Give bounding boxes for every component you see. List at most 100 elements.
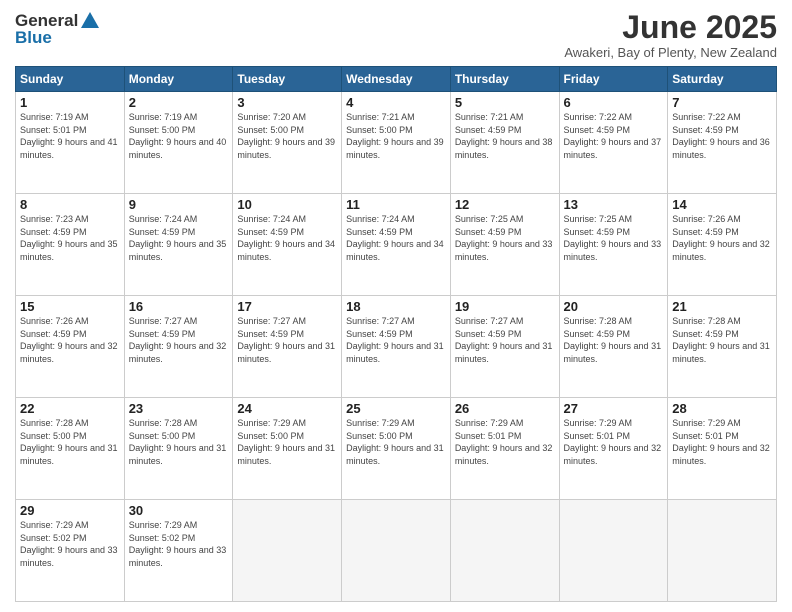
day-info: Sunrise: 7:26 AMSunset: 4:59 PMDaylight:… bbox=[672, 213, 772, 263]
day-info: Sunrise: 7:22 AMSunset: 4:59 PMDaylight:… bbox=[564, 111, 664, 161]
calendar-week-3: 15Sunrise: 7:26 AMSunset: 4:59 PMDayligh… bbox=[16, 296, 777, 398]
calendar-cell: 26Sunrise: 7:29 AMSunset: 5:01 PMDayligh… bbox=[450, 398, 559, 500]
calendar-cell bbox=[233, 500, 342, 602]
calendar-cell bbox=[342, 500, 451, 602]
day-number: 9 bbox=[129, 197, 229, 212]
calendar-cell: 11Sunrise: 7:24 AMSunset: 4:59 PMDayligh… bbox=[342, 194, 451, 296]
weekday-header-saturday: Saturday bbox=[668, 67, 777, 92]
calendar-cell: 20Sunrise: 7:28 AMSunset: 4:59 PMDayligh… bbox=[559, 296, 668, 398]
calendar-cell: 19Sunrise: 7:27 AMSunset: 4:59 PMDayligh… bbox=[450, 296, 559, 398]
calendar-cell: 28Sunrise: 7:29 AMSunset: 5:01 PMDayligh… bbox=[668, 398, 777, 500]
logo-icon bbox=[79, 10, 101, 32]
calendar-cell: 6Sunrise: 7:22 AMSunset: 4:59 PMDaylight… bbox=[559, 92, 668, 194]
day-info: Sunrise: 7:28 AMSunset: 5:00 PMDaylight:… bbox=[20, 417, 120, 467]
day-info: Sunrise: 7:20 AMSunset: 5:00 PMDaylight:… bbox=[237, 111, 337, 161]
location: Awakeri, Bay of Plenty, New Zealand bbox=[564, 45, 777, 60]
calendar-cell: 3Sunrise: 7:20 AMSunset: 5:00 PMDaylight… bbox=[233, 92, 342, 194]
day-number: 28 bbox=[672, 401, 772, 416]
day-info: Sunrise: 7:24 AMSunset: 4:59 PMDaylight:… bbox=[237, 213, 337, 263]
day-number: 30 bbox=[129, 503, 229, 518]
day-info: Sunrise: 7:25 AMSunset: 4:59 PMDaylight:… bbox=[564, 213, 664, 263]
calendar-cell: 7Sunrise: 7:22 AMSunset: 4:59 PMDaylight… bbox=[668, 92, 777, 194]
day-info: Sunrise: 7:29 AMSunset: 5:00 PMDaylight:… bbox=[346, 417, 446, 467]
day-info: Sunrise: 7:28 AMSunset: 5:00 PMDaylight:… bbox=[129, 417, 229, 467]
page: General Blue June 2025 Awakeri, Bay of P… bbox=[0, 0, 792, 612]
day-info: Sunrise: 7:27 AMSunset: 4:59 PMDaylight:… bbox=[237, 315, 337, 365]
day-number: 5 bbox=[455, 95, 555, 110]
weekday-header-monday: Monday bbox=[124, 67, 233, 92]
calendar-cell: 18Sunrise: 7:27 AMSunset: 4:59 PMDayligh… bbox=[342, 296, 451, 398]
day-number: 3 bbox=[237, 95, 337, 110]
day-number: 13 bbox=[564, 197, 664, 212]
logo-blue: Blue bbox=[15, 28, 52, 48]
calendar-cell: 24Sunrise: 7:29 AMSunset: 5:00 PMDayligh… bbox=[233, 398, 342, 500]
calendar-cell: 1Sunrise: 7:19 AMSunset: 5:01 PMDaylight… bbox=[16, 92, 125, 194]
day-info: Sunrise: 7:21 AMSunset: 4:59 PMDaylight:… bbox=[455, 111, 555, 161]
day-number: 16 bbox=[129, 299, 229, 314]
calendar-week-1: 1Sunrise: 7:19 AMSunset: 5:01 PMDaylight… bbox=[16, 92, 777, 194]
day-info: Sunrise: 7:29 AMSunset: 5:02 PMDaylight:… bbox=[129, 519, 229, 569]
day-number: 19 bbox=[455, 299, 555, 314]
day-number: 1 bbox=[20, 95, 120, 110]
day-info: Sunrise: 7:28 AMSunset: 4:59 PMDaylight:… bbox=[564, 315, 664, 365]
calendar-cell: 4Sunrise: 7:21 AMSunset: 5:00 PMDaylight… bbox=[342, 92, 451, 194]
day-number: 17 bbox=[237, 299, 337, 314]
day-number: 22 bbox=[20, 401, 120, 416]
calendar-cell: 10Sunrise: 7:24 AMSunset: 4:59 PMDayligh… bbox=[233, 194, 342, 296]
day-number: 20 bbox=[564, 299, 664, 314]
calendar-cell: 5Sunrise: 7:21 AMSunset: 4:59 PMDaylight… bbox=[450, 92, 559, 194]
calendar-cell: 21Sunrise: 7:28 AMSunset: 4:59 PMDayligh… bbox=[668, 296, 777, 398]
weekday-header-wednesday: Wednesday bbox=[342, 67, 451, 92]
day-number: 14 bbox=[672, 197, 772, 212]
day-number: 29 bbox=[20, 503, 120, 518]
calendar-cell: 15Sunrise: 7:26 AMSunset: 4:59 PMDayligh… bbox=[16, 296, 125, 398]
calendar-table: SundayMondayTuesdayWednesdayThursdayFrid… bbox=[15, 66, 777, 602]
calendar-cell: 27Sunrise: 7:29 AMSunset: 5:01 PMDayligh… bbox=[559, 398, 668, 500]
calendar-cell: 13Sunrise: 7:25 AMSunset: 4:59 PMDayligh… bbox=[559, 194, 668, 296]
day-info: Sunrise: 7:24 AMSunset: 4:59 PMDaylight:… bbox=[346, 213, 446, 263]
day-number: 6 bbox=[564, 95, 664, 110]
day-info: Sunrise: 7:27 AMSunset: 4:59 PMDaylight:… bbox=[129, 315, 229, 365]
day-info: Sunrise: 7:21 AMSunset: 5:00 PMDaylight:… bbox=[346, 111, 446, 161]
day-info: Sunrise: 7:29 AMSunset: 5:01 PMDaylight:… bbox=[672, 417, 772, 467]
calendar-cell bbox=[559, 500, 668, 602]
day-info: Sunrise: 7:29 AMSunset: 5:01 PMDaylight:… bbox=[455, 417, 555, 467]
day-number: 15 bbox=[20, 299, 120, 314]
calendar-cell: 29Sunrise: 7:29 AMSunset: 5:02 PMDayligh… bbox=[16, 500, 125, 602]
day-info: Sunrise: 7:28 AMSunset: 4:59 PMDaylight:… bbox=[672, 315, 772, 365]
day-number: 8 bbox=[20, 197, 120, 212]
day-number: 4 bbox=[346, 95, 446, 110]
title-block: June 2025 Awakeri, Bay of Plenty, New Ze… bbox=[564, 10, 777, 60]
calendar-cell: 14Sunrise: 7:26 AMSunset: 4:59 PMDayligh… bbox=[668, 194, 777, 296]
day-number: 2 bbox=[129, 95, 229, 110]
weekday-header-thursday: Thursday bbox=[450, 67, 559, 92]
calendar-week-2: 8Sunrise: 7:23 AMSunset: 4:59 PMDaylight… bbox=[16, 194, 777, 296]
day-info: Sunrise: 7:22 AMSunset: 4:59 PMDaylight:… bbox=[672, 111, 772, 161]
calendar-cell: 17Sunrise: 7:27 AMSunset: 4:59 PMDayligh… bbox=[233, 296, 342, 398]
calendar-week-5: 29 Sunrise: 7:29 AMSunset: 5:02 PMDayligh… bbox=[16, 500, 777, 602]
weekday-header-row: SundayMondayTuesdayWednesdayThursdayFrid… bbox=[16, 67, 777, 92]
calendar-cell bbox=[668, 500, 777, 602]
day-number: 27 bbox=[564, 401, 664, 416]
day-number: 24 bbox=[237, 401, 337, 416]
calendar-cell: 16Sunrise: 7:27 AMSunset: 4:59 PMDayligh… bbox=[124, 296, 233, 398]
day-info: Sunrise: 7:27 AMSunset: 4:59 PMDaylight:… bbox=[455, 315, 555, 365]
day-number: 26 bbox=[455, 401, 555, 416]
weekday-header-friday: Friday bbox=[559, 67, 668, 92]
day-info: Sunrise: 7:29 AMSunset: 5:01 PMDaylight:… bbox=[564, 417, 664, 467]
calendar-cell: 22Sunrise: 7:28 AMSunset: 5:00 PMDayligh… bbox=[16, 398, 125, 500]
day-number: 11 bbox=[346, 197, 446, 212]
day-info: Sunrise: 7:29 AMSunset: 5:00 PMDaylight:… bbox=[237, 417, 337, 467]
day-info: Sunrise: 7:26 AMSunset: 4:59 PMDaylight:… bbox=[20, 315, 120, 365]
day-info: Sunrise: 7:19 AMSunset: 5:01 PMDaylight:… bbox=[20, 111, 120, 161]
day-info: Sunrise: 7:24 AMSunset: 4:59 PMDaylight:… bbox=[129, 213, 229, 263]
calendar-cell: 30Sunrise: 7:29 AMSunset: 5:02 PMDayligh… bbox=[124, 500, 233, 602]
logo: General Blue bbox=[15, 10, 102, 48]
day-number: 7 bbox=[672, 95, 772, 110]
day-number: 12 bbox=[455, 197, 555, 212]
calendar-cell: 8Sunrise: 7:23 AMSunset: 4:59 PMDaylight… bbox=[16, 194, 125, 296]
day-number: 21 bbox=[672, 299, 772, 314]
day-info: Sunrise: 7:25 AMSunset: 4:59 PMDaylight:… bbox=[455, 213, 555, 263]
calendar-cell: 12Sunrise: 7:25 AMSunset: 4:59 PMDayligh… bbox=[450, 194, 559, 296]
day-number: 25 bbox=[346, 401, 446, 416]
